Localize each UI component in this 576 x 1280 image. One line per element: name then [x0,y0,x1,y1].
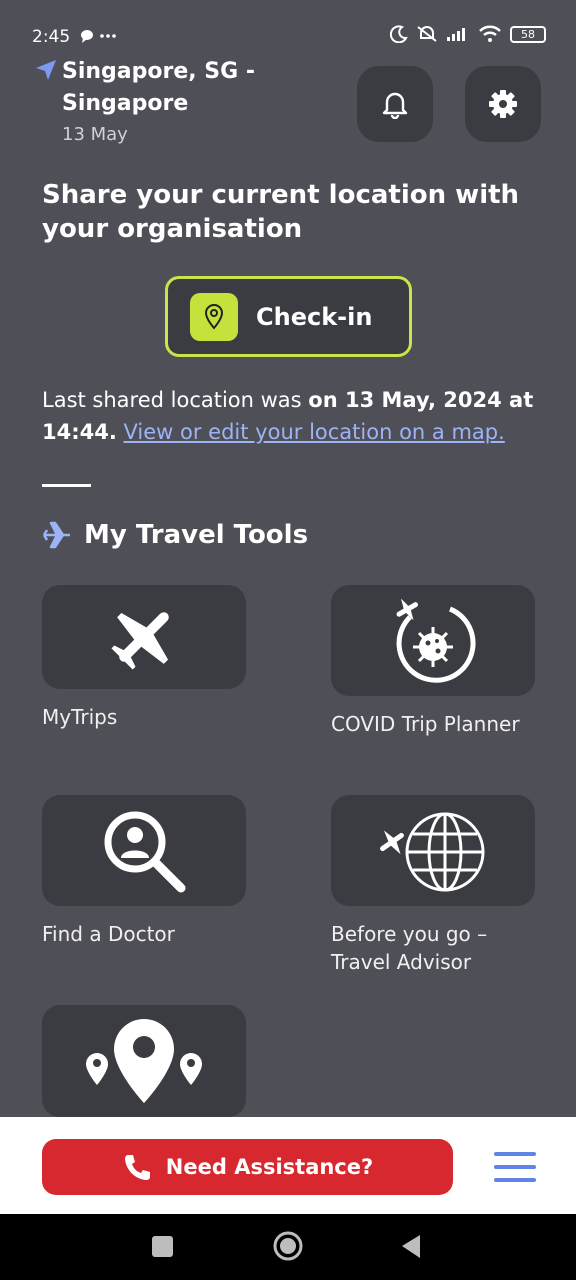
hamburger-menu-button[interactable] [494,1150,536,1184]
battery-indicator: 58 [510,25,546,43]
bell-icon [382,92,408,119]
check-in-label: Check-in [256,302,373,331]
menu-line [494,1165,536,1169]
wifi-icon [479,25,501,42]
current-date: 13 May [62,124,128,145]
gear-icon [489,90,517,118]
doctor-search-icon [104,811,186,892]
tool-card-find-doctor[interactable] [42,795,246,906]
signal-icon [447,28,465,41]
status-right-icons: 58 [390,25,546,43]
chat-bubble-icon [81,30,116,43]
bottom-action-bar: Need Assistance? [0,1117,576,1214]
airplane-icon [42,521,70,549]
settings-button[interactable] [465,66,541,142]
status-bar: 2:45 58 [0,0,576,62]
tool-card-travel-advisor[interactable] [331,795,535,906]
airplane-icon [111,612,169,670]
covid-virus-icon [396,598,476,683]
share-location-title: Share your current location with your or… [42,180,520,244]
notifications-button[interactable] [357,66,433,142]
view-map-link[interactable]: View or edit your location on a map. [124,420,505,444]
need-assistance-button[interactable]: Need Assistance? [42,1139,453,1195]
notification-icons [80,28,120,48]
menu-icon [494,1152,536,1156]
check-in-button[interactable]: Check-in [165,276,412,357]
phone-icon [124,1155,150,1180]
tool-label-covid: COVID Trip Planner [331,712,520,736]
last-shared-text: Last shared location was on 13 May, 2024… [42,384,542,448]
recents-icon[interactable] [152,1236,173,1257]
travel-tools-title: My Travel Tools [84,520,309,550]
tool-label-travel-advisor: Before you go – Travel Advisor [331,922,488,974]
globe-plane-icon [380,812,485,891]
travel-tools-header: My Travel Tools [42,520,308,550]
tool-card-mytrips[interactable] [42,585,246,689]
last-shared-prefix: Last shared location was [42,388,309,412]
location-pin-icon [190,292,238,341]
status-time: 2:45 [32,27,71,47]
tool-card-map-pins[interactable] [42,1005,246,1117]
need-assistance-label: Need Assistance? [165,1155,374,1179]
navigation-arrow-icon [36,60,56,80]
map-pins-icon [86,1019,202,1103]
system-navigation-bar [0,1214,576,1280]
section-divider [42,484,91,487]
tool-card-covid[interactable] [331,585,535,696]
menu-line [494,1178,536,1182]
tool-label-find-doctor: Find a Doctor [42,922,175,946]
moon-icon [390,25,408,43]
current-location: Singapore, SG - Singapore [62,59,255,116]
tool-label-mytrips: MyTrips [42,705,118,729]
back-icon[interactable] [402,1235,420,1258]
mute-icon [417,26,437,42]
